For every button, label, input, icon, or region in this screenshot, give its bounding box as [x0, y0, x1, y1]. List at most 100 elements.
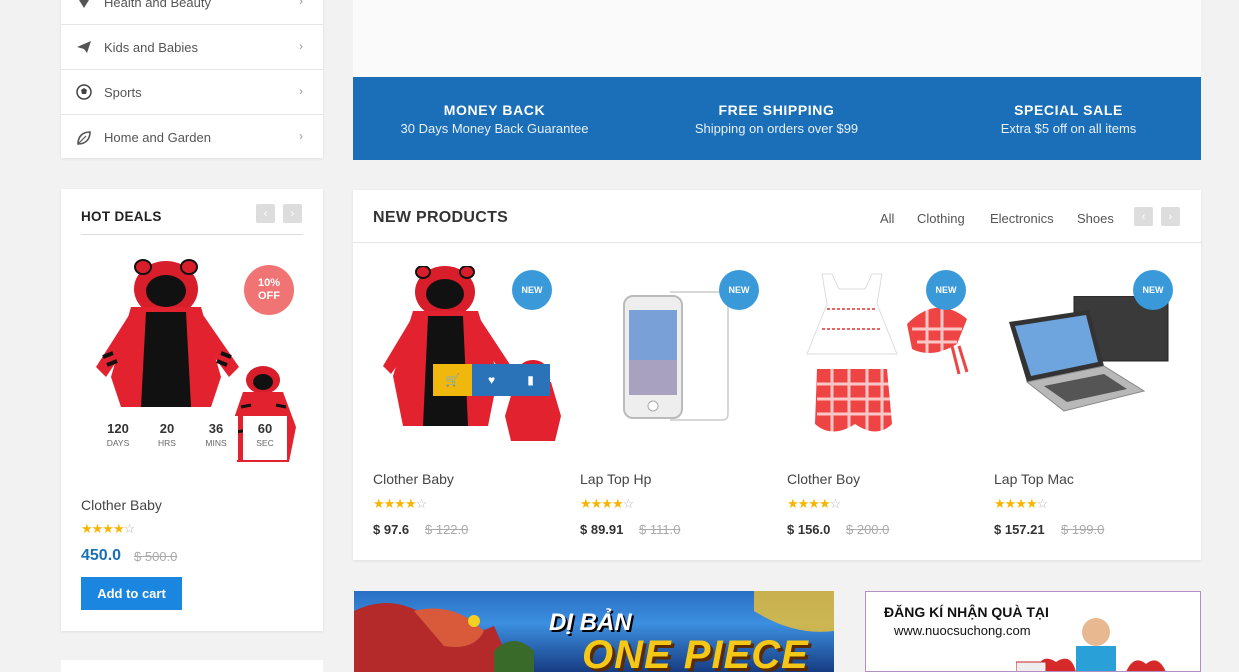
promo-ad-banner[interactable]: ĐĂNG KÍ NHẬN QUÀ TẠI www.nuocsuchong.com — [865, 591, 1201, 672]
countdown-days: 120 DAYS — [96, 416, 140, 460]
new-badge: NEW — [512, 270, 552, 310]
feature-title: MONEY BACK — [443, 102, 546, 118]
divider — [81, 234, 303, 235]
prev-button[interactable]: ‹ — [256, 204, 275, 223]
product-card[interactable]: NEW Clother Boy ★★★★☆ $ 156.0 $ 200.0 — [787, 260, 977, 550]
rating-stars: ★★★★☆ — [787, 496, 842, 512]
product-price: $ 157.21 — [994, 522, 1045, 537]
heart-icon[interactable]: ♥ — [472, 364, 511, 396]
next-button[interactable]: › — [1161, 207, 1180, 226]
product-price: $ 89.91 — [580, 522, 624, 537]
countdown-value: 60 — [257, 421, 273, 436]
product-name[interactable]: Clother Boy — [787, 471, 860, 487]
rating-stars: ★★★★☆ — [373, 496, 428, 512]
chevron-right-icon: › — [299, 0, 303, 8]
new-badge: NEW — [719, 270, 759, 310]
hot-deals-title: HOT DEALS — [81, 209, 162, 224]
countdown-value: 120 — [107, 421, 129, 436]
product-card[interactable]: 🛒 ♥ ▮ NEW Clother Baby ★★★★☆ $ 97.6 $ 12… — [373, 260, 563, 550]
category-item-sports[interactable]: Sports › — [61, 70, 323, 115]
rating-stars: ★★★★☆ — [994, 496, 1049, 512]
cart-icon[interactable]: 🛒 — [433, 364, 472, 396]
promo-url: www.nuocsuchong.com — [894, 623, 1031, 638]
product-old-price: $ 122.0 — [425, 522, 469, 537]
product-card[interactable]: NEW Lap Top Mac ★★★★☆ $ 157.21 $ 199.0 — [994, 260, 1184, 550]
countdown-unit: MINS — [205, 438, 227, 448]
category-item-health-beauty[interactable]: Health and Beauty › — [61, 0, 323, 25]
tab-shoes[interactable]: Shoes — [1077, 211, 1114, 226]
slider-banner[interactable] — [353, 0, 1201, 77]
star-icon: ★★★★ — [81, 521, 125, 536]
chevron-left-icon: ‹ — [263, 207, 268, 220]
product-price: $ 97.6 — [373, 522, 410, 537]
tab-all[interactable]: All — [880, 211, 894, 226]
promo-artwork — [1016, 618, 1166, 671]
hot-deal-product-name[interactable]: Clother Baby — [81, 497, 162, 513]
diamond-icon — [75, 0, 93, 11]
features-bar: MONEY BACK 30 Days Money Back Guarantee … — [353, 77, 1201, 160]
chevron-left-icon: ‹ — [1141, 210, 1146, 223]
category-item-kids-babies[interactable]: Kids and Babies › — [61, 25, 323, 70]
countdown-unit: DAYS — [106, 438, 130, 448]
product-price: $ 156.0 — [787, 522, 831, 537]
next-panel — [61, 660, 323, 672]
feature-subtitle: Shipping on orders over $99 — [694, 121, 859, 136]
product-old-price: $ 111.0 — [639, 522, 681, 537]
star-icon: ★★★★ — [580, 496, 624, 511]
next-button[interactable]: › — [283, 204, 302, 223]
star-empty-icon: ☆ — [829, 496, 842, 511]
category-menu: Health and Beauty › Kids and Babies › Sp… — [61, 0, 323, 158]
category-label: Health and Beauty — [104, 0, 211, 10]
feature-subtitle: Extra $5 off on all items — [1000, 121, 1137, 136]
feature-money-back: MONEY BACK 30 Days Money Back Guarantee — [353, 102, 636, 136]
feature-subtitle: 30 Days Money Back Guarantee — [400, 121, 589, 136]
star-icon: ★★★★ — [373, 496, 417, 511]
new-badge: NEW — [926, 270, 966, 310]
rating-stars: ★★★★☆ — [580, 496, 635, 512]
product-image[interactable] — [620, 290, 730, 425]
game-ad-banner[interactable]: DỊ BẢN ONE PIECE — [354, 591, 834, 672]
category-label: Sports — [104, 84, 142, 100]
countdown-unit: HRS — [158, 438, 176, 448]
paper-plane-icon — [75, 38, 93, 56]
star-icon: ★★★★ — [994, 496, 1038, 511]
chevron-right-icon: › — [1168, 210, 1173, 223]
leaf-icon — [75, 129, 93, 147]
category-label: Home and Garden — [104, 130, 211, 145]
star-empty-icon: ☆ — [622, 496, 635, 511]
product-image[interactable] — [1009, 296, 1169, 421]
product-card[interactable]: NEW Lap Top Hp ★★★★☆ $ 89.91 $ 111.0 — [580, 260, 770, 550]
product-old-price: $ 199.0 — [1061, 522, 1105, 537]
add-to-cart-button[interactable]: Add to cart — [81, 577, 182, 610]
feature-title: SPECIAL SALE — [1014, 102, 1123, 118]
feature-free-shipping: FREE SHIPPING Shipping on orders over $9… — [635, 102, 918, 136]
category-item-home-garden[interactable]: Home and Garden › — [61, 115, 323, 160]
product-name[interactable]: Lap Top Mac — [994, 471, 1074, 487]
countdown-mins: 36 MINS — [194, 416, 238, 460]
divider — [353, 242, 1201, 243]
soccer-ball-icon — [75, 83, 93, 101]
chevron-right-icon: › — [299, 129, 303, 143]
hot-deal-price: 450.0 — [81, 547, 122, 564]
tab-clothing[interactable]: Clothing — [917, 211, 965, 226]
product-name[interactable]: Clother Baby — [373, 471, 454, 487]
prev-button[interactable]: ‹ — [1134, 207, 1153, 226]
feature-title: FREE SHIPPING — [718, 102, 835, 118]
tab-electronics[interactable]: Electronics — [990, 211, 1054, 226]
countdown-unit: SEC — [256, 438, 274, 448]
product-name[interactable]: Lap Top Hp — [580, 471, 651, 487]
game-title: ONE PIECE — [582, 633, 809, 672]
new-products-title: NEW PRODUCTS — [373, 209, 509, 226]
star-empty-icon: ☆ — [1036, 496, 1049, 511]
countdown-value: 20 — [159, 421, 175, 436]
star-empty-icon: ☆ — [415, 496, 428, 511]
hot-deals-panel: HOT DEALS ‹ › 10% OFF 120 DAYS 20 HRS 36… — [61, 189, 323, 631]
product-actions: 🛒 ♥ ▮ — [433, 364, 550, 396]
countdown-hours: 20 HRS — [145, 416, 189, 460]
countdown-secs: 60 SEC — [243, 416, 287, 460]
chevron-right-icon: › — [299, 84, 303, 98]
new-products-panel: NEW PRODUCTS All Clothing Electronics Sh… — [353, 190, 1201, 560]
chevron-right-icon: › — [290, 207, 295, 220]
compare-icon[interactable]: ▮ — [511, 364, 550, 396]
discount-text: 10% OFF — [257, 277, 281, 302]
